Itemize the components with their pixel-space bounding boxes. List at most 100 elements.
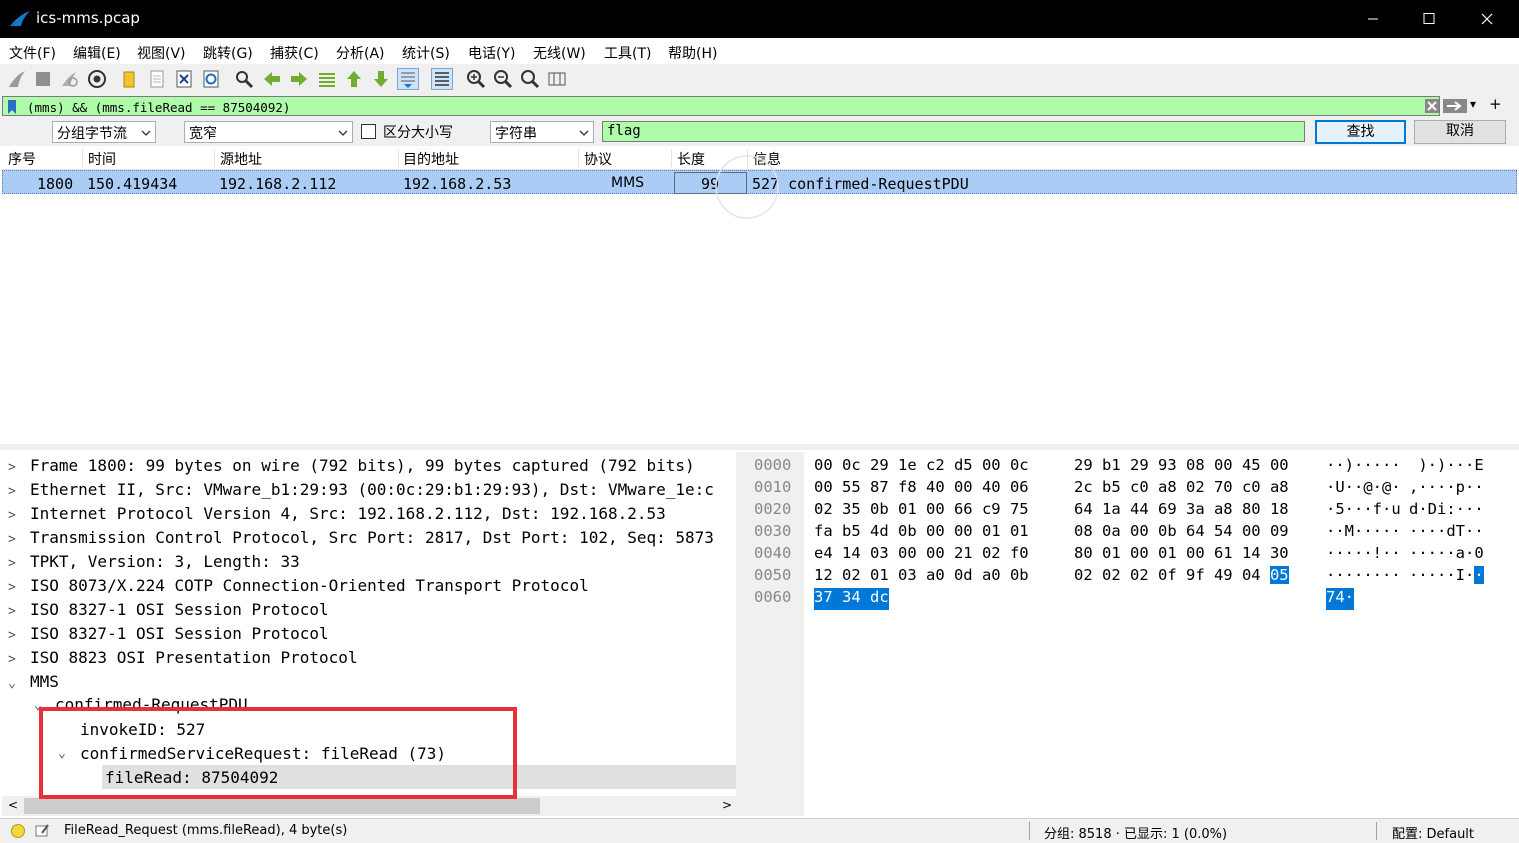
ascii-bytes[interactable]: ·····I··	[1409, 566, 1484, 588]
find-packet-icon[interactable]	[233, 68, 255, 90]
close-file-icon[interactable]	[173, 68, 195, 90]
resize-columns-icon[interactable]	[546, 68, 568, 90]
expand-arrow-icon[interactable]: >	[8, 508, 16, 523]
menu-edit[interactable]: 编辑(E)	[73, 43, 121, 63]
profile[interactable]: 配置: Default	[1392, 823, 1474, 842]
hex-bytes[interactable]: 00 55 87 f8 40 00 40 06	[814, 478, 1029, 500]
tree-item-session[interactable]: ISO 8327-1 OSI Session Protocol	[30, 600, 329, 624]
scroll-right-icon[interactable]: >	[722, 798, 732, 812]
apply-filter-icon[interactable]	[1442, 98, 1468, 118]
expand-arrow-icon[interactable]: >	[8, 532, 16, 547]
menu-statistics[interactable]: 统计(S)	[402, 43, 450, 63]
menu-view[interactable]: 视图(V)	[137, 43, 186, 63]
hex-bytes[interactable]: 02 35 0b 01 00 66 c9 75	[814, 500, 1029, 522]
pane-splitter[interactable]	[0, 444, 1519, 450]
ascii-bytes[interactable]: ····dT··	[1409, 522, 1484, 544]
add-filter-button-icon[interactable]: +	[1489, 95, 1502, 113]
menu-analyze[interactable]: 分析(A)	[336, 43, 385, 63]
case-sensitive-checkbox[interactable]	[361, 124, 376, 139]
expand-arrow-icon[interactable]: >	[8, 484, 16, 499]
menu-tools[interactable]: 工具(T)	[604, 43, 651, 63]
stop-capture-icon[interactable]	[32, 68, 54, 90]
hex-bytes[interactable]: 12 02 01 03 a0 0d a0 0b	[814, 566, 1029, 588]
ascii-bytes[interactable]: ··)·····	[1326, 456, 1401, 478]
search-type-select[interactable]: 字符串	[490, 121, 594, 143]
start-capture-icon[interactable]	[6, 68, 28, 90]
normal-size-icon[interactable]	[519, 68, 541, 90]
expand-arrow-icon[interactable]: >	[8, 460, 16, 475]
hex-bytes-highlighted[interactable]: 37 34 dc	[814, 588, 889, 610]
go-forward-icon[interactable]	[288, 68, 310, 90]
find-button[interactable]: 查找	[1315, 120, 1406, 144]
display-filter-input[interactable]: (mms) && (mms.fileRead == 87504092)	[2, 96, 1440, 116]
go-back-icon[interactable]	[261, 68, 283, 90]
hex-bytes[interactable]: 00 0c 29 1e c2 d5 00 0c	[814, 456, 1029, 478]
expand-arrow-icon[interactable]: >	[8, 580, 16, 595]
menu-capture[interactable]: 捕获(C)	[270, 43, 319, 63]
column-divider[interactable]	[398, 149, 399, 167]
save-file-icon[interactable]	[146, 68, 168, 90]
menu-telephony[interactable]: 电话(Y)	[468, 43, 515, 63]
horizontal-scrollbar[interactable]: < >	[2, 796, 736, 816]
tree-item-session[interactable]: ISO 8327-1 OSI Session Protocol	[30, 624, 329, 648]
menu-file[interactable]: 文件(F)	[9, 43, 56, 63]
capture-options-icon[interactable]	[86, 68, 108, 90]
zoom-in-icon[interactable]	[465, 68, 487, 90]
maximize-button[interactable]	[1401, 0, 1457, 38]
first-packet-icon[interactable]	[343, 68, 365, 90]
auto-scroll-icon[interactable]	[397, 68, 419, 90]
menu-wireless[interactable]: 无线(W)	[533, 43, 586, 63]
pane-splitter[interactable]	[736, 452, 744, 816]
column-no[interactable]: 序号	[8, 149, 36, 169]
zoom-out-icon[interactable]	[492, 68, 514, 90]
filter-dropdown-icon[interactable]: ▾	[1470, 97, 1476, 111]
column-divider[interactable]	[82, 149, 83, 167]
column-destination[interactable]: 目的地址	[403, 149, 459, 169]
clear-filter-icon[interactable]	[1424, 98, 1440, 118]
menu-go[interactable]: 跳转(G)	[203, 43, 253, 63]
column-divider[interactable]	[214, 149, 215, 167]
column-divider[interactable]	[671, 149, 672, 167]
bookmark-icon[interactable]	[7, 99, 17, 118]
scrollbar-thumb[interactable]	[24, 798, 540, 814]
comment-icon[interactable]	[34, 822, 50, 842]
column-source[interactable]: 源地址	[220, 149, 262, 169]
column-divider[interactable]	[578, 149, 579, 167]
scroll-left-icon[interactable]: <	[8, 798, 18, 812]
collapse-arrow-icon[interactable]: ⌄	[8, 676, 16, 691]
restart-capture-icon[interactable]	[58, 68, 80, 90]
ascii-bytes[interactable]: ,····p··	[1409, 478, 1484, 500]
hex-bytes[interactable]: 2c b5 c0 a8 02 70 c0 a8	[1074, 478, 1289, 500]
hex-bytes[interactable]: fa b5 4d 0b 00 00 01 01	[814, 522, 1029, 544]
ascii-bytes[interactable]: ·5···f·u	[1326, 500, 1401, 522]
ascii-bytes[interactable]: )·)···E	[1409, 456, 1483, 478]
ascii-bytes[interactable]: ·U··@·@·	[1326, 478, 1401, 500]
tree-item-ethernet[interactable]: Ethernet II, Src: VMware_b1:29:93 (00:0c…	[30, 480, 714, 504]
tree-item-presentation[interactable]: ISO 8823 OSI Presentation Protocol	[30, 648, 358, 672]
ascii-bytes[interactable]: ········	[1326, 566, 1401, 588]
open-file-icon[interactable]	[118, 68, 140, 90]
charset-select[interactable]: 宽窄	[184, 121, 353, 143]
hex-bytes[interactable]: e4 14 03 00 00 21 02 f0	[814, 544, 1029, 566]
column-time[interactable]: 时间	[88, 149, 116, 169]
hex-bytes[interactable]: 80 01 00 01 00 61 14 30	[1074, 544, 1289, 566]
tree-item-frame[interactable]: Frame 1800: 99 bytes on wire (792 bits),…	[30, 456, 695, 480]
expand-arrow-icon[interactable]: >	[8, 652, 16, 667]
ascii-bytes[interactable]: d·Di:···	[1409, 500, 1484, 522]
expand-arrow-icon[interactable]: >	[8, 604, 16, 619]
hex-bytes[interactable]: 08 0a 00 0b 64 54 00 09	[1074, 522, 1289, 544]
tree-item-cotp[interactable]: ISO 8073/X.224 COTP Connection-Oriented …	[30, 576, 589, 600]
expand-arrow-icon[interactable]: >	[8, 628, 16, 643]
tree-item-mms[interactable]: MMS	[30, 672, 59, 696]
colorize-icon[interactable]	[431, 68, 453, 90]
minimize-button[interactable]	[1345, 0, 1401, 38]
find-string-input[interactable]: flag	[602, 121, 1305, 142]
ascii-bytes[interactable]: ··M·····	[1326, 522, 1401, 544]
ascii-highlighted[interactable]: 74·	[1326, 588, 1354, 610]
reload-file-icon[interactable]	[200, 68, 222, 90]
cancel-button[interactable]: 取消	[1414, 120, 1506, 144]
column-protocol[interactable]: 协议	[584, 149, 612, 169]
menu-help[interactable]: 帮助(H)	[668, 43, 717, 63]
close-button[interactable]	[1459, 0, 1515, 38]
tree-item-ipv4[interactable]: Internet Protocol Version 4, Src: 192.16…	[30, 504, 666, 528]
